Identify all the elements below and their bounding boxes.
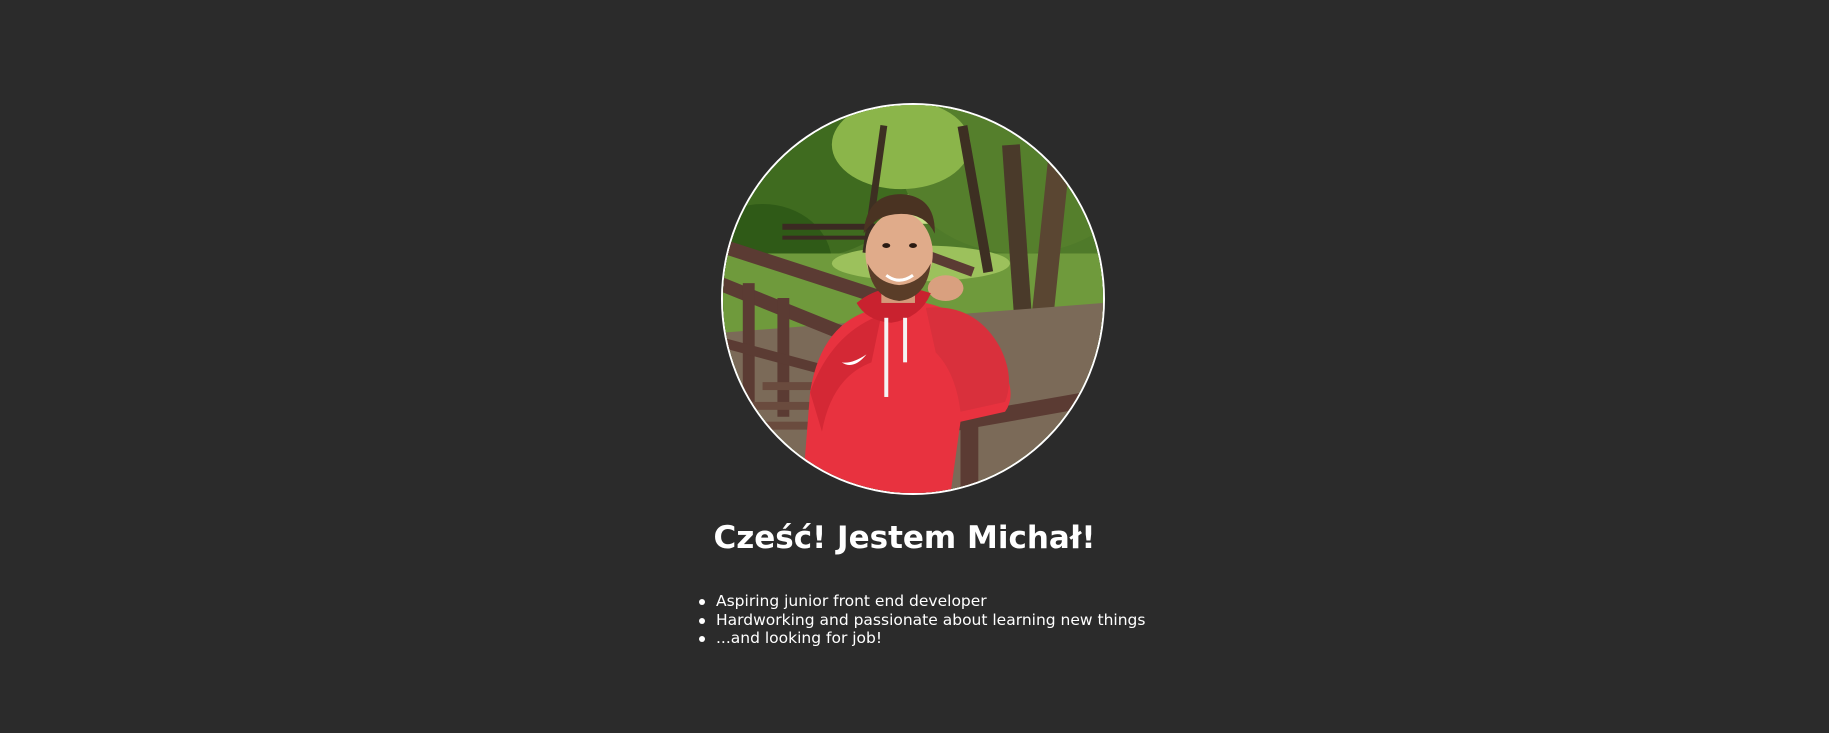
list-item: ...and looking for job!: [699, 629, 1145, 648]
bullet-icon: [699, 617, 705, 624]
fact-text: Aspiring junior front end developer: [716, 592, 987, 610]
profile-photo: [721, 103, 1105, 495]
facts-list: Aspiring junior front end developer Hard…: [699, 592, 1146, 648]
list-item: Hardworking and passionate about learnin…: [699, 610, 1146, 630]
bullet-icon: [699, 636, 705, 642]
list-item: Aspiring junior front end developer: [699, 592, 1145, 611]
profile-section: Cześć! Jestem Michał! Aspiring junior fr…: [0, 0, 1829, 733]
fact-text: Hardworking and passionate about learnin…: [716, 610, 1146, 629]
greeting-heading: Cześć! Jestem Michał!: [713, 520, 1096, 556]
bullet-icon: [699, 599, 705, 605]
fact-text: ...and looking for job!: [716, 629, 883, 647]
profile-photo-image: [723, 105, 1103, 493]
